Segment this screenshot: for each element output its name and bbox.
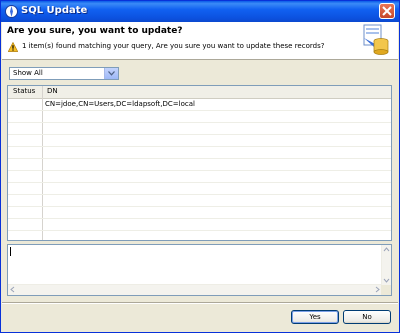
close-button[interactable] xyxy=(379,3,395,19)
column-header-status[interactable]: Status xyxy=(13,87,35,95)
warning-icon xyxy=(8,42,18,52)
dialog-header: Are you sure, you want to update? 1 item… xyxy=(2,22,398,60)
scroll-left-icon[interactable] xyxy=(8,285,17,294)
header-title: Are you sure, you want to update? xyxy=(7,26,183,36)
table-row-empty xyxy=(8,135,391,147)
table-row-empty xyxy=(8,159,391,171)
details-textarea[interactable] xyxy=(7,244,392,296)
database-update-icon xyxy=(363,24,389,55)
table-header: Status DN xyxy=(8,86,391,99)
scroll-corner xyxy=(381,285,391,295)
window-title: SQL Update xyxy=(21,5,88,16)
app-icon xyxy=(5,5,18,18)
title-bar[interactable]: SQL Update xyxy=(1,1,399,22)
table-row-empty xyxy=(8,123,391,135)
text-caret xyxy=(10,247,11,256)
table-row[interactable]: CN=jdoe,CN=Users,DC=ldapsoft,DC=local xyxy=(8,99,391,111)
horizontal-scrollbar[interactable] xyxy=(8,284,382,295)
no-button-label: No xyxy=(362,313,372,321)
no-button[interactable]: No xyxy=(343,310,391,324)
table-row-empty xyxy=(8,183,391,195)
scroll-down-icon[interactable] xyxy=(382,276,391,285)
filter-selected: Show All xyxy=(13,69,43,77)
table-row-empty xyxy=(8,111,391,123)
table-row-empty xyxy=(8,219,391,231)
vertical-scrollbar[interactable] xyxy=(381,245,391,285)
footer-divider xyxy=(2,302,398,304)
yes-button[interactable]: Yes xyxy=(291,310,339,324)
chevron-down-icon xyxy=(108,71,115,76)
close-icon xyxy=(382,6,392,16)
sql-update-dialog: SQL Update Are you sure, you want to upd… xyxy=(0,0,400,333)
header-message: 1 item(s) found matching your query, Are… xyxy=(22,42,325,50)
table-row-empty xyxy=(8,195,391,207)
table-row-empty xyxy=(8,171,391,183)
dropdown-button[interactable] xyxy=(104,68,118,79)
results-table[interactable]: Status DN CN=jdoe,CN=Users,DC=ldapsoft,D… xyxy=(7,85,392,241)
column-header-dn[interactable]: DN xyxy=(47,87,58,95)
table-row-empty xyxy=(8,207,391,219)
table-row-empty xyxy=(8,147,391,159)
yes-button-label: Yes xyxy=(309,313,321,321)
dn-cell: CN=jdoe,CN=Users,DC=ldapsoft,DC=local xyxy=(45,100,195,108)
scroll-up-icon[interactable] xyxy=(382,245,391,254)
filter-dropdown[interactable]: Show All xyxy=(9,67,119,80)
